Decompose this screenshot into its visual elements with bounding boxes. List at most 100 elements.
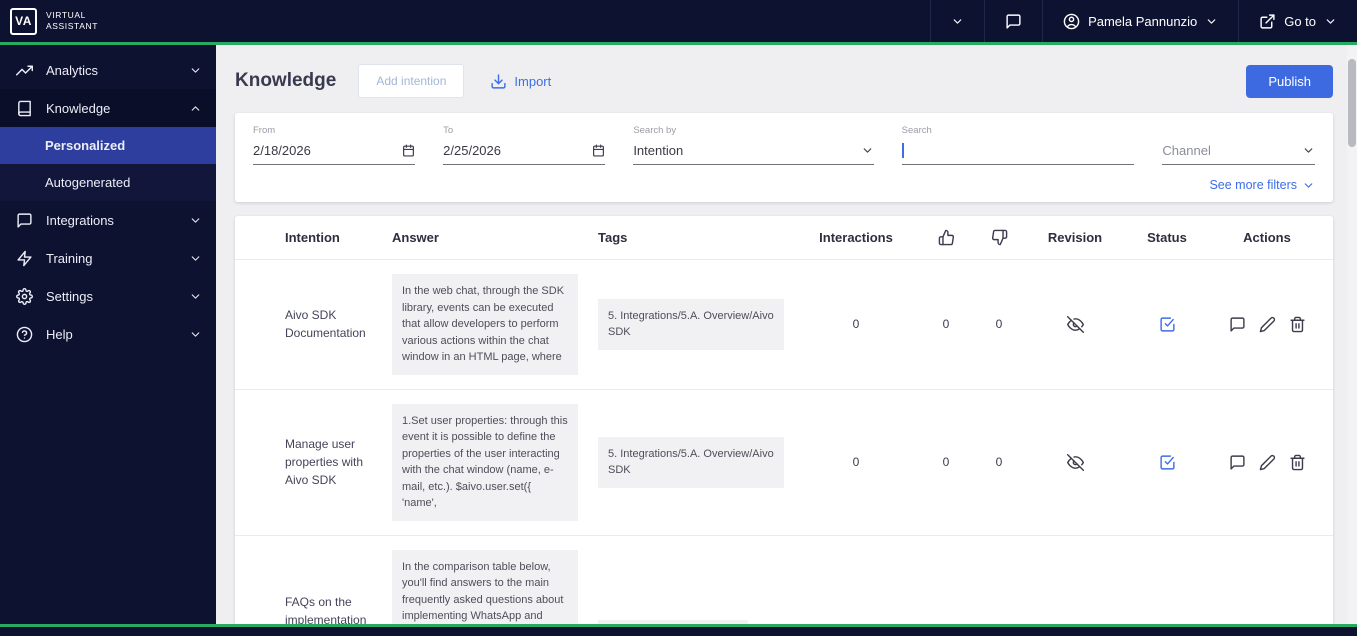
analytics-icon [16,65,33,75]
search-by-select[interactable]: Search by Intention [633,125,874,165]
col-tags: Tags [598,230,628,245]
filters-row: From 2/18/2026 To 2/25/2026 Search by In… [253,125,1316,165]
likes-count: 0 [942,455,950,469]
sidebar: Analytics Knowledge Personalized Autogen… [0,45,216,624]
table-row[interactable]: FAQs on the implementation of different … [235,536,1333,625]
tag-box: 5. Integrations/5.A. Overview/Aivo SDK [598,298,784,350]
status-cell[interactable] [1133,454,1201,471]
from-date-value: 2/18/2026 [253,143,311,158]
edit-action-button[interactable] [1259,454,1276,471]
col-answer: Answer [392,230,439,245]
to-date-field[interactable]: To 2/25/2026 [443,125,606,165]
scrollbar-thumb[interactable] [1348,59,1356,147]
chevron-down-icon [191,293,200,299]
sidebar-item-autogenerated[interactable]: Autogenerated [0,164,216,201]
search-field: Search [901,125,1135,165]
goto-menu[interactable]: Go to [1238,0,1357,42]
page-title: Knowledge [235,70,337,91]
sidebar-subitem-label: Autogenerated [45,175,131,190]
chevron-down-icon [1326,18,1335,24]
brand-name: VIRTUAL ASSISTANT [46,10,98,32]
actions-cell [1201,454,1333,471]
vertical-scrollbar[interactable] [1347,45,1357,624]
intention-cell: Aivo SDK Documentation [285,308,366,341]
publish-button[interactable]: Publish [1246,64,1333,98]
status-cell[interactable] [1133,316,1201,333]
answer-box: 1.Set user properties: through this even… [392,403,578,521]
channel-select[interactable]: Channel [1162,125,1316,165]
user-icon [1063,13,1080,29]
col-revision: Revision [1047,230,1103,245]
sidebar-item-personalized[interactable]: Personalized [0,127,216,164]
thumbs-up-icon [938,229,954,246]
channel-value: Channel [1162,143,1211,158]
comment-action-button[interactable] [1229,316,1246,333]
external-link-icon [1260,13,1275,29]
sidebar-item-label: Integrations [46,212,114,228]
eye-off-icon [1066,453,1084,471]
brand: VA VIRTUAL ASSISTANT [0,0,216,42]
add-intention-button[interactable]: Add intention [358,64,465,98]
channel-label-spacer [1162,125,1315,137]
sidebar-subitem-label: Personalized [45,138,126,153]
chevron-down-icon [863,148,872,153]
from-label: From [253,125,276,136]
answer-box: In the comparison table below, you'll fi… [392,549,578,624]
import-button[interactable]: Import [490,73,551,90]
sidebar-item-label: Settings [46,288,93,304]
chevron-up-icon [191,105,200,111]
brand-line1: VIRTUAL [46,9,86,20]
col-actions: Actions [1243,230,1291,245]
tags-cell: 5. Integrations/5.A. Overview/Aivo SDK [598,298,801,350]
interactions-count: 0 [852,455,860,469]
chevron-down-icon [1304,148,1313,153]
gear-icon [16,287,33,305]
main-area: Knowledge Add intention Import Publish F… [216,45,1357,624]
delete-action-button[interactable] [1289,316,1306,333]
chevron-down-icon [1207,18,1216,24]
tag-box: 5. Integrations/5.A. Overview/Aivo SDK [598,436,784,488]
eye-off-icon [1066,315,1084,333]
comment-action-button[interactable] [1229,454,1246,471]
answer-cell: 1.Set user properties: through this even… [392,403,598,521]
table-row[interactable]: Aivo SDK Documentation In the web chat, … [235,260,1333,390]
dislikes-count: 0 [995,317,1003,332]
pencil-icon [1259,454,1275,470]
topbar-chat-button[interactable] [984,0,1042,42]
see-more-label: See more filters [1209,178,1297,192]
thumbs-down-icon [991,229,1007,246]
sidebar-item-analytics[interactable]: Analytics [0,51,216,89]
sidebar-item-integrations[interactable]: Integrations [0,201,216,239]
chat-icon [1229,317,1245,332]
sidebar-item-label: Analytics [46,62,99,78]
sidebar-item-settings[interactable]: Settings [0,277,216,315]
user-name: Pamela Pannunzio [1088,13,1198,29]
calendar-icon[interactable] [592,144,605,157]
answer-cell: In the web chat, through the SDK library… [392,274,598,375]
interactions-count: 0 [852,317,860,332]
chevron-down-icon [1304,182,1313,188]
pencil-icon [1259,316,1275,333]
topbar-dropdown-button[interactable] [930,0,984,42]
calendar-icon[interactable] [402,144,415,157]
user-menu[interactable]: Pamela Pannunzio [1042,0,1238,42]
intention-cell: FAQs on the implementation of different … [285,594,367,625]
sidebar-item-help[interactable]: Help [0,315,216,353]
content: Analytics Knowledge Personalized Autogen… [0,45,1357,624]
table-row[interactable]: Manage user properties with Aivo SDK 1.S… [235,390,1333,536]
app-root: VA VIRTUAL ASSISTANT Pamela Pannunzio Go… [0,0,1357,636]
col-likes [911,229,981,246]
status-check-icon [1159,454,1175,470]
help-icon [16,326,33,342]
see-more-filters-link[interactable]: See more filters [1209,178,1315,192]
from-date-field[interactable]: From 2/18/2026 [253,125,416,165]
status-check-icon [1159,317,1175,332]
answer-box: In the web chat, through the SDK library… [392,274,578,375]
footer-strip [0,627,1357,636]
col-dislikes [981,229,1017,246]
sidebar-item-training[interactable]: Training [0,239,216,277]
sidebar-item-knowledge[interactable]: Knowledge [0,89,216,127]
search-input[interactable] [909,143,1135,158]
delete-action-button[interactable] [1289,454,1306,471]
edit-action-button[interactable] [1259,316,1276,333]
